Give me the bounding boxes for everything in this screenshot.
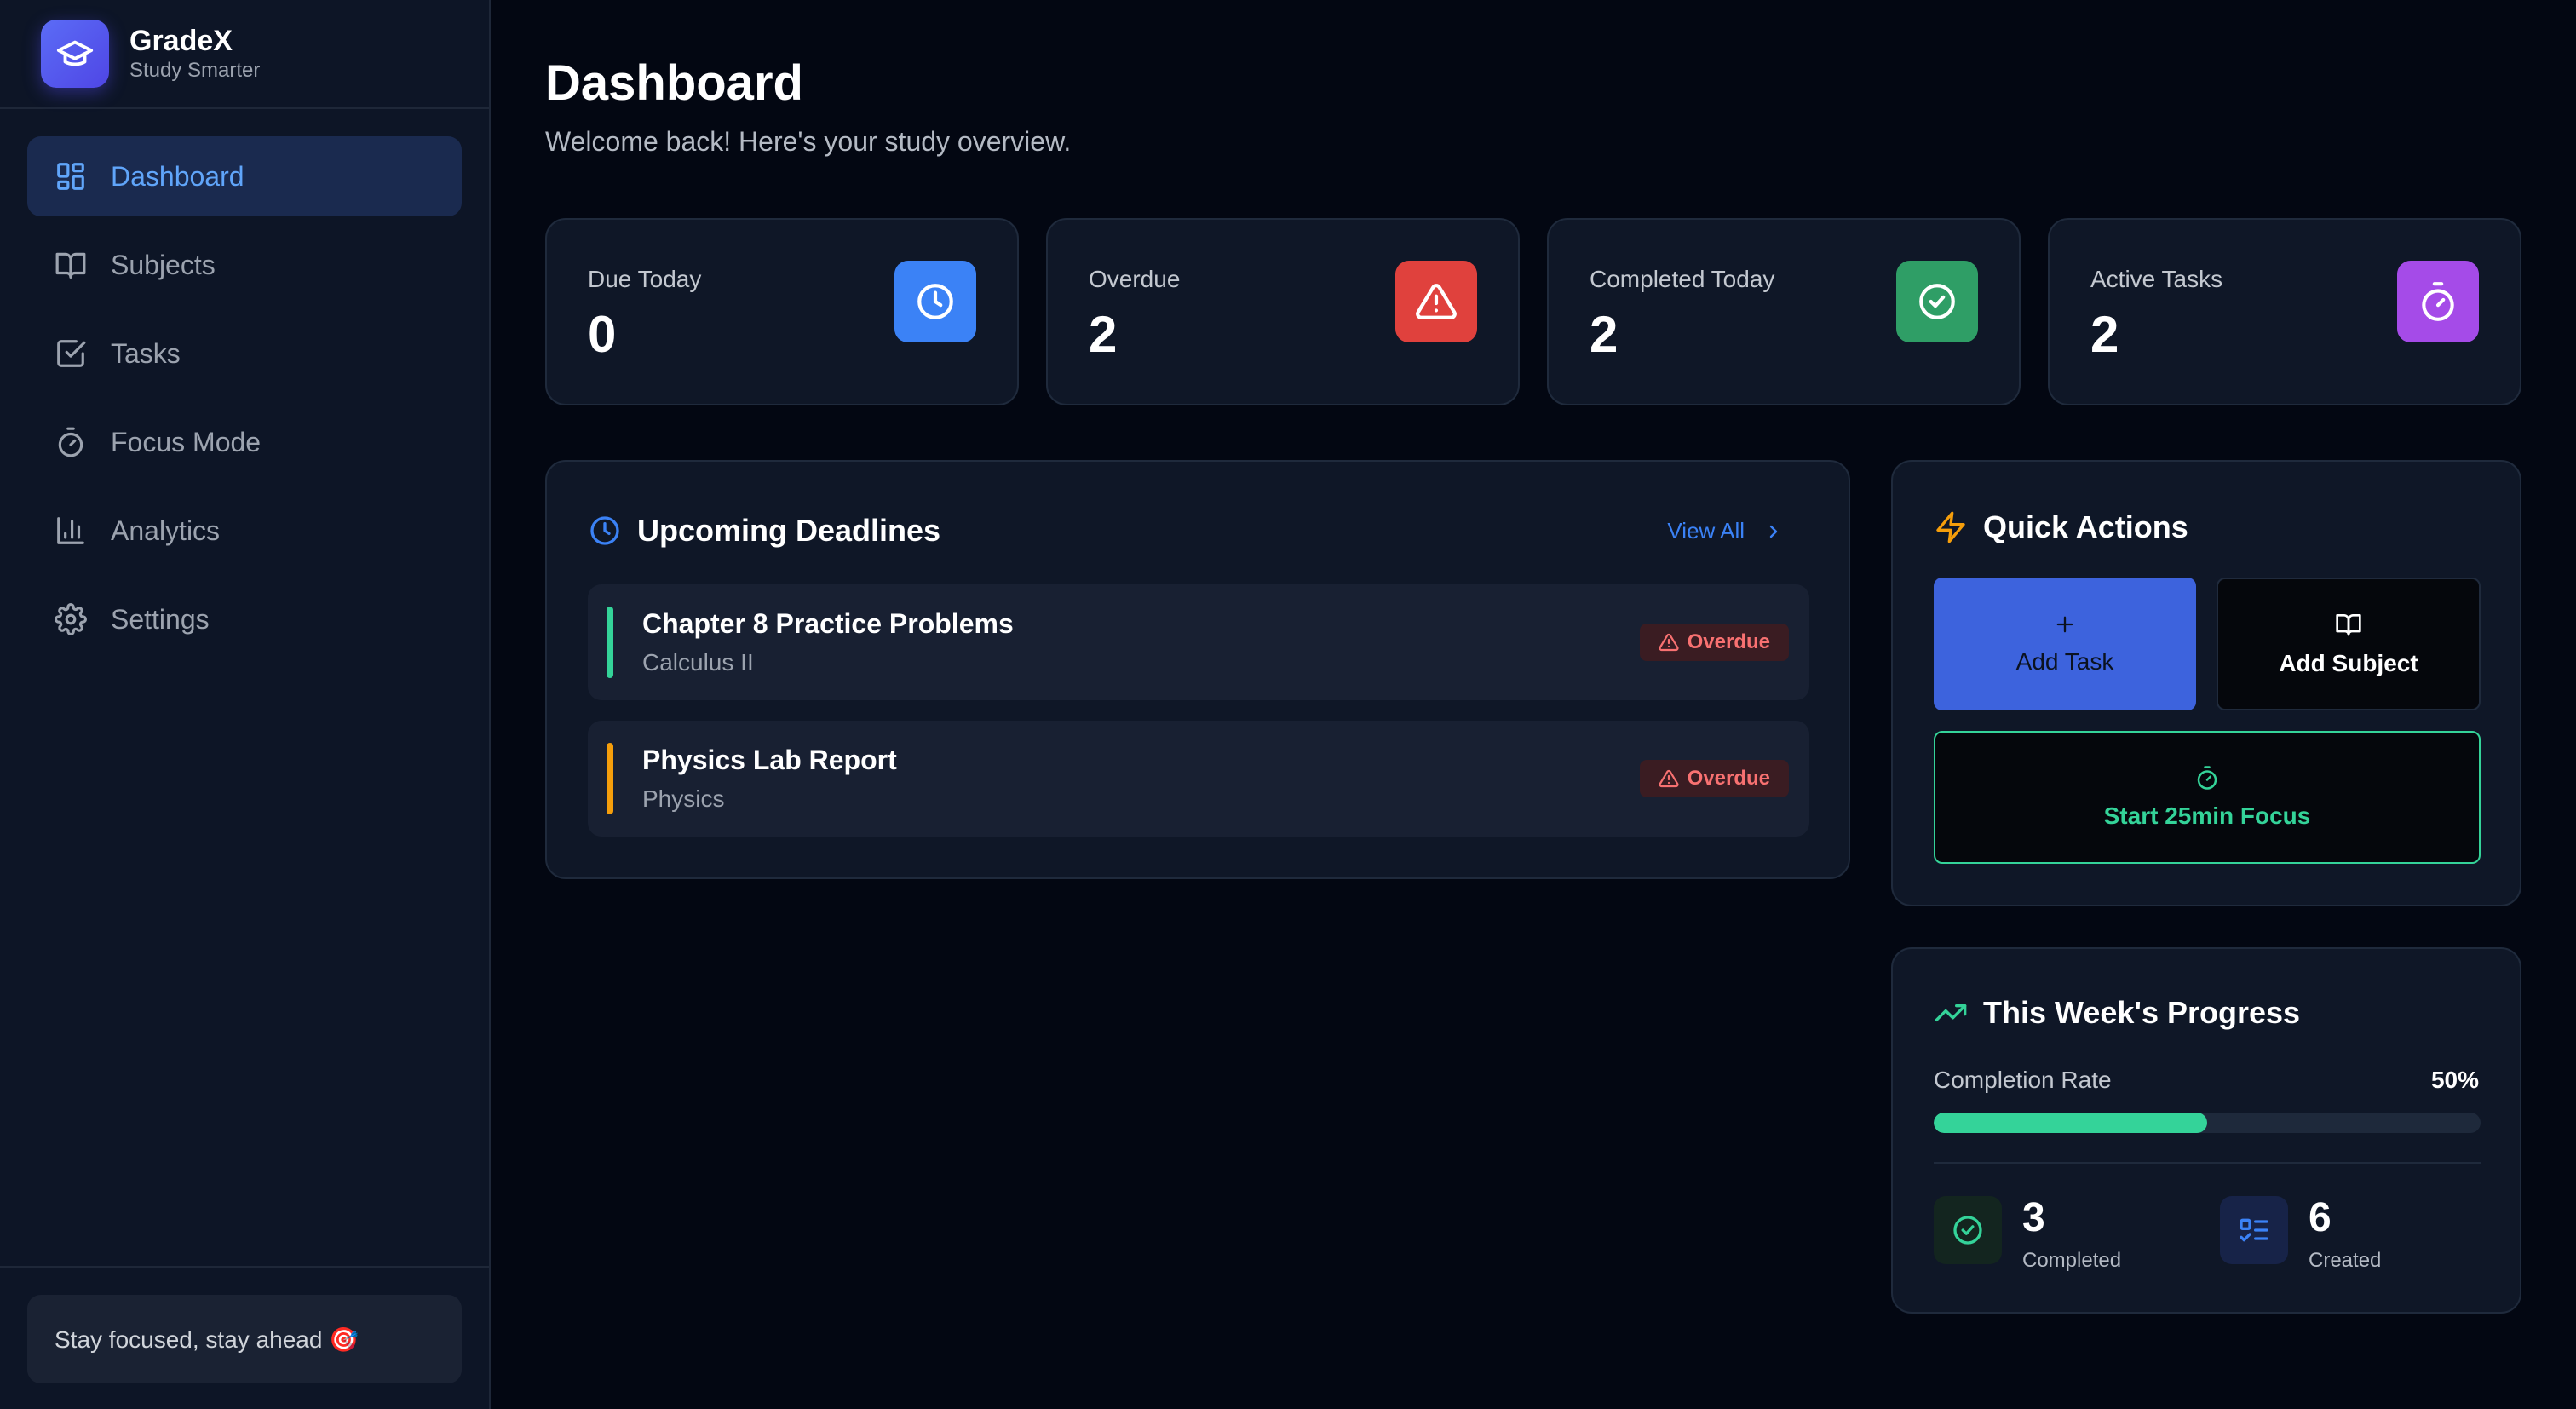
add-task-button[interactable]: Add Task <box>1934 578 2196 710</box>
checkbox-icon <box>57 340 86 367</box>
sidebar-item-label: Focus Mode <box>111 426 262 457</box>
stat-label: Overdue <box>1089 266 1181 292</box>
page-subtitle: Welcome back! Here's your study overview… <box>545 126 1072 157</box>
created-count: 6 <box>2309 1195 2332 1240</box>
graduation-cap-icon[interactable] <box>41 20 109 88</box>
sidebar-item-focus-mode[interactable]: Focus Mode <box>27 402 462 482</box>
deadline-subject: Calculus II <box>642 649 754 676</box>
sidebar-footer: Stay focused, stay ahead 🎯 <box>0 1266 489 1409</box>
stat-value: 2 <box>1590 306 1619 363</box>
sidebar-item-dashboard[interactable]: Dashboard <box>27 136 462 216</box>
sidebar-item-label: Tasks <box>111 337 181 369</box>
timer-icon <box>58 427 83 457</box>
completion-rate-value: 50% <box>2430 1067 2479 1093</box>
completion-rate-label: Completion Rate <box>1934 1067 2112 1093</box>
timer-icon <box>2397 261 2479 342</box>
check-circle-icon <box>1896 261 1978 342</box>
gear-icon <box>55 603 87 635</box>
book-icon <box>2336 614 2361 636</box>
status-badge: Overdue <box>1639 624 1789 661</box>
status-label: Overdue <box>1687 767 1770 790</box>
divider <box>1934 1162 2481 1164</box>
completed-stat: 3 Completed <box>1934 1196 2121 1273</box>
brand-tagline: Study Smarter <box>129 59 261 82</box>
start-focus-button[interactable]: Start 25min Focus <box>1934 731 2481 864</box>
page-title: Dashboard <box>545 55 803 111</box>
lightning-icon <box>1936 511 1965 543</box>
priority-bar <box>607 607 613 678</box>
dashboard-icon <box>57 163 84 190</box>
main-content: Dashboard Welcome back! Here's your stud… <box>491 0 2576 1409</box>
priority-bar <box>607 743 613 814</box>
completion-progress-bar <box>1934 1113 2481 1133</box>
sidebar-nav: Dashboard Subjects Tasks Focus Mode Anal… <box>0 109 489 659</box>
start-focus-label: Start 25min Focus <box>2103 802 2311 829</box>
plus-icon <box>2056 616 2073 633</box>
sidebar-item-tasks[interactable]: Tasks <box>27 313 462 394</box>
sidebar-item-label: Analytics <box>111 515 221 546</box>
stat-value: 0 <box>588 306 617 363</box>
weekly-progress-card: This Week's Progress Completion Rate 50%… <box>1891 947 2521 1314</box>
status-label: Overdue <box>1687 630 1770 653</box>
stat-card-completed-today: Completed Today 2 <box>1547 218 2021 405</box>
list-checks-icon <box>2220 1196 2288 1264</box>
deadline-item[interactable]: Chapter 8 Practice Problems Calculus II … <box>588 584 1809 700</box>
deadline-title: Chapter 8 Practice Problems <box>642 608 1014 639</box>
motto-text: Stay focused, stay ahead 🎯 <box>27 1295 462 1383</box>
completed-label: Completed <box>2022 1249 2122 1272</box>
brand: GradeX Study Smarter <box>0 0 489 109</box>
add-subject-button[interactable]: Add Subject <box>2217 578 2481 710</box>
stat-value: 2 <box>1089 306 1118 363</box>
deadline-subject: Physics <box>642 785 725 812</box>
warning-icon <box>1395 261 1477 342</box>
chevron-right-icon <box>1769 525 1778 538</box>
created-stat: 6 Created <box>2220 1196 2381 1273</box>
sidebar-item-label: Settings <box>111 603 210 635</box>
bar-chart-icon <box>57 517 84 544</box>
section-title: This Week's Progress <box>1983 995 2301 1030</box>
created-label: Created <box>2309 1249 2382 1272</box>
quick-actions-card: Quick Actions Add Task Add Subject Start… <box>1891 460 2521 906</box>
completed-count: 3 <box>2022 1195 2045 1240</box>
stat-value: 2 <box>2090 306 2119 363</box>
stat-label: Due Today <box>588 266 702 292</box>
stat-card-due-today: Due Today 0 <box>545 218 1019 405</box>
section-title: Quick Actions <box>1983 509 2188 544</box>
upcoming-deadlines-card: Upcoming Deadlines View All Chapter 8 Pr… <box>545 460 1850 879</box>
sidebar-item-settings[interactable]: Settings <box>27 579 462 659</box>
add-subject-label: Add Subject <box>2279 650 2418 676</box>
check-circle-icon <box>1934 1196 2002 1264</box>
sidebar-item-label: Subjects <box>111 249 216 280</box>
brand-name: GradeX <box>129 25 233 57</box>
timer-icon <box>2197 766 2217 790</box>
clock-icon <box>590 516 619 545</box>
trending-up-icon <box>1935 1004 1967 1021</box>
deadline-title: Physics Lab Report <box>642 745 897 775</box>
completion-progress-fill <box>1934 1113 2207 1133</box>
view-all-link[interactable]: View All <box>1667 518 1784 544</box>
add-task-label: Add Task <box>2015 648 2114 675</box>
warning-icon <box>1659 769 1679 788</box>
stat-label: Active Tasks <box>2090 266 2223 292</box>
stat-card-active-tasks: Active Tasks 2 <box>2048 218 2521 405</box>
sidebar-item-label: Dashboard <box>111 160 244 192</box>
view-all-label: View All <box>1667 518 1745 543</box>
sidebar: GradeX Study Smarter Dashboard Subjects … <box>0 0 491 1409</box>
sidebar-item-analytics[interactable]: Analytics <box>27 491 462 571</box>
sidebar-item-subjects[interactable]: Subjects <box>27 225 462 305</box>
stat-label: Completed Today <box>1590 266 1775 292</box>
warning-icon <box>1659 633 1679 652</box>
clock-icon <box>894 261 976 342</box>
deadline-item[interactable]: Physics Lab Report Physics Overdue <box>588 721 1809 837</box>
section-title: Upcoming Deadlines <box>637 513 941 548</box>
stat-card-overdue: Overdue 2 <box>1046 218 1520 405</box>
status-badge: Overdue <box>1639 760 1789 797</box>
book-icon <box>55 252 86 279</box>
